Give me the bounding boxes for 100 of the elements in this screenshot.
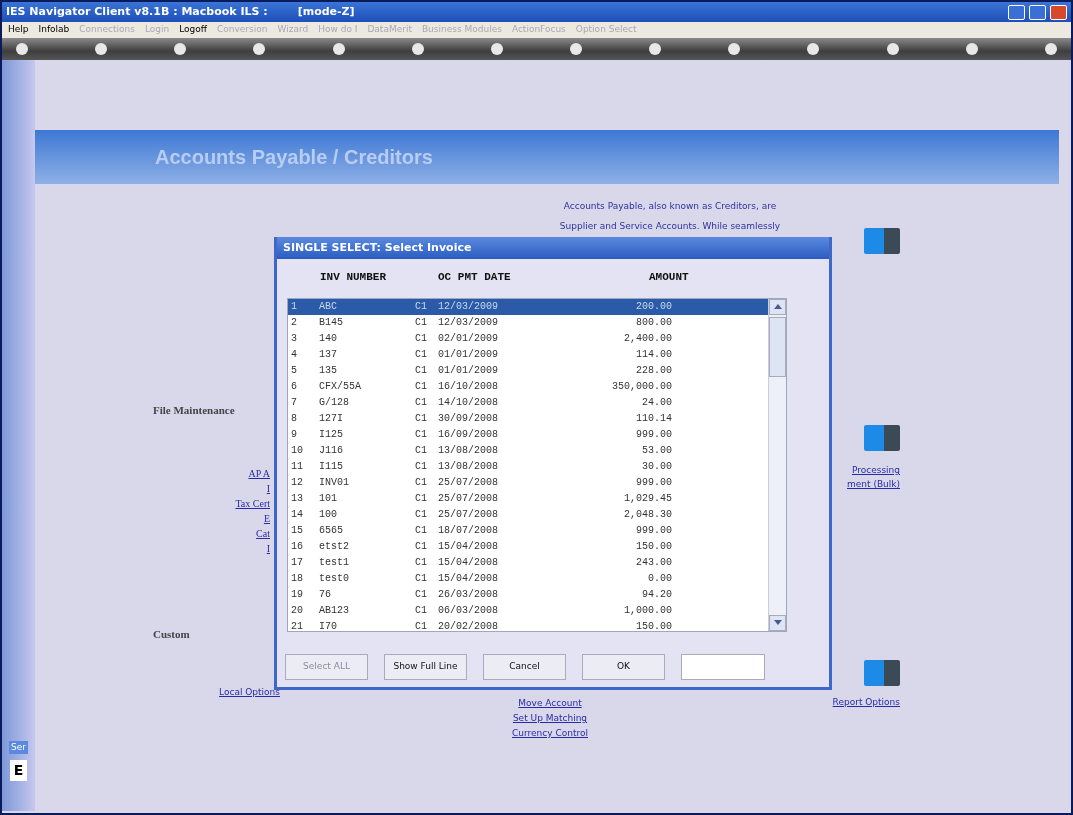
row-number: 12 (290, 475, 304, 490)
list-row[interactable]: 19 76 C1 26/03/2008 94.20 (288, 586, 768, 603)
menu-link[interactable]: I (266, 540, 270, 556)
toolbar-icon[interactable] (95, 43, 108, 55)
option-link[interactable]: Set Up Matching (512, 711, 588, 726)
toolbar-icon[interactable] (16, 43, 28, 55)
toolbar-icon[interactable] (649, 43, 662, 55)
menu-link[interactable]: I (266, 480, 270, 496)
status-code: C1 (415, 587, 428, 602)
list-row[interactable]: 4 137 C1 01/01/2009 114.00 (288, 346, 768, 363)
status-code: C1 (415, 443, 428, 458)
payment-date: 16/10/2008 (438, 379, 499, 394)
menu-item[interactable]: Help (8, 23, 29, 37)
close-button[interactable] (1050, 4, 1067, 20)
menu-item[interactable]: Infolab (38, 23, 70, 37)
invoice-amount: 94.20 (641, 587, 672, 602)
list-row[interactable]: 12 INV01 C1 25/07/2008 999.00 (288, 474, 768, 491)
tile-icon[interactable] (864, 228, 900, 254)
row-number: 19 (290, 587, 304, 602)
payment-date: 15/04/2008 (438, 539, 499, 554)
list-row[interactable]: 7 G/128 C1 14/10/2008 24.00 (288, 394, 768, 411)
maximize-button[interactable] (1029, 4, 1046, 20)
status-code: C1 (415, 523, 428, 538)
row-number: 21 (290, 619, 304, 634)
payment-date: 06/03/2008 (438, 603, 499, 618)
side-label: Ser (9, 740, 28, 754)
status-code: C1 (415, 491, 428, 506)
payment-date: 12/03/2009 (438, 315, 499, 330)
list-row[interactable]: 16 etst2 C1 15/04/2008 150.00 (288, 538, 768, 555)
option-link[interactable]: Report Options (832, 696, 900, 710)
menu-link[interactable]: AP A (248, 465, 270, 481)
row-number: 17 (290, 555, 304, 570)
list-row[interactable]: 15 6565 C1 18/07/2008 999.00 (288, 522, 768, 539)
list-row[interactable]: 20 AB123 C1 06/03/2008 1,000.00 (288, 602, 768, 619)
menu-item[interactable]: Logoff (179, 23, 207, 37)
option-link[interactable]: Local Options (219, 686, 280, 700)
toolbar-icon[interactable] (490, 43, 503, 55)
toolbar-icon[interactable] (253, 43, 266, 55)
list-row[interactable]: 21 I70 C1 20/02/2008 150.00 (288, 618, 768, 635)
list-row[interactable]: 3 140 C1 02/01/2009 2,400.00 (288, 330, 768, 347)
list-row[interactable]: 6 CFX/55A C1 16/10/2008 350,000.00 (288, 378, 768, 395)
menu-link[interactable]: ment (Bulk) (847, 477, 900, 491)
dialog-button[interactable]: OK (582, 653, 665, 680)
list-row[interactable]: 10 J116 C1 13/08/2008 53.00 (288, 442, 768, 459)
list-row[interactable]: 2 B145 C1 12/03/2009 800.00 (288, 314, 768, 331)
row-number: 8 (290, 411, 298, 426)
menu-link[interactable]: Cat (256, 525, 270, 541)
search-field[interactable] (681, 653, 765, 680)
scroll-up-button[interactable] (769, 298, 786, 315)
menu-link[interactable]: Processing (851, 463, 900, 477)
toolbar-icon[interactable] (807, 43, 820, 55)
list-row[interactable]: 9 I125 C1 16/09/2008 999.00 (288, 426, 768, 443)
toolbar-icon[interactable] (886, 43, 899, 55)
list-row[interactable]: 13 101 C1 25/07/2008 1,029.45 (288, 490, 768, 507)
toolbar-icon[interactable] (1044, 43, 1057, 55)
invoice-amount: 999.00 (635, 427, 672, 442)
invoice-number: I115 (319, 459, 344, 474)
invoice-number: B145 (319, 315, 344, 330)
invoice-number: CFX/55A (319, 379, 362, 394)
payment-date: 18/07/2008 (438, 523, 499, 538)
payment-date: 26/03/2008 (438, 587, 499, 602)
toolbar-icon[interactable] (570, 43, 582, 55)
list-row[interactable]: 14 100 C1 25/07/2008 2,048.30 (288, 506, 768, 523)
option-link[interactable]: Currency Control (512, 726, 588, 741)
list-row[interactable]: 17 test1 C1 15/04/2008 243.00 (288, 554, 768, 571)
list-row[interactable]: 8 127I C1 30/09/2008 110.14 (288, 410, 768, 427)
row-number: 4 (290, 347, 298, 362)
toolbar-icon[interactable] (728, 43, 741, 55)
section-heading: File Maintenance (153, 403, 235, 418)
invoice-amount: 150.00 (635, 619, 672, 634)
invoice-amount: 0.00 (647, 571, 672, 586)
list-row[interactable]: 18 test0 C1 15/04/2008 0.00 (288, 570, 768, 587)
toolbar-icon[interactable] (411, 43, 424, 55)
row-number: 11 (290, 459, 304, 474)
menu-link[interactable]: Tax Cert (235, 495, 270, 511)
tile-icon[interactable] (864, 425, 900, 451)
payment-date: 30/09/2008 (438, 411, 499, 426)
invoice-number: 140 (319, 331, 338, 346)
dialog-button[interactable]: Cancel (483, 653, 566, 680)
status-code: C1 (415, 299, 428, 314)
dialog-button[interactable]: Show Full Line (384, 653, 467, 680)
toolbar-icon[interactable] (965, 43, 978, 55)
down-chevron-icon (773, 620, 782, 625)
toolbar-icon[interactable] (174, 43, 187, 55)
invoice-number: test1 (319, 555, 350, 570)
scroll-down-button[interactable] (769, 614, 786, 631)
side-key[interactable]: E (9, 760, 28, 781)
list-row[interactable]: 1 ABC C1 12/03/2009 200.00 (288, 298, 768, 315)
menu-link[interactable]: E (263, 510, 270, 526)
minimize-button[interactable] (1008, 4, 1025, 20)
list-row[interactable]: 11 I115 C1 13/08/2008 30.00 (288, 458, 768, 475)
payment-date: 12/03/2009 (438, 299, 499, 314)
scroll-thumb[interactable] (769, 316, 786, 377)
list-row[interactable]: 5 135 C1 01/01/2009 228.00 (288, 362, 768, 379)
intro-text: Supplier and Service Accounts. While seamlessly (558, 220, 782, 233)
toolbar-icon[interactable] (332, 43, 345, 55)
invoice-amount: 1,029.45 (623, 491, 672, 506)
option-link[interactable]: Move Account (518, 696, 582, 711)
row-number: 6 (290, 379, 298, 394)
tile-icon[interactable] (864, 660, 900, 686)
